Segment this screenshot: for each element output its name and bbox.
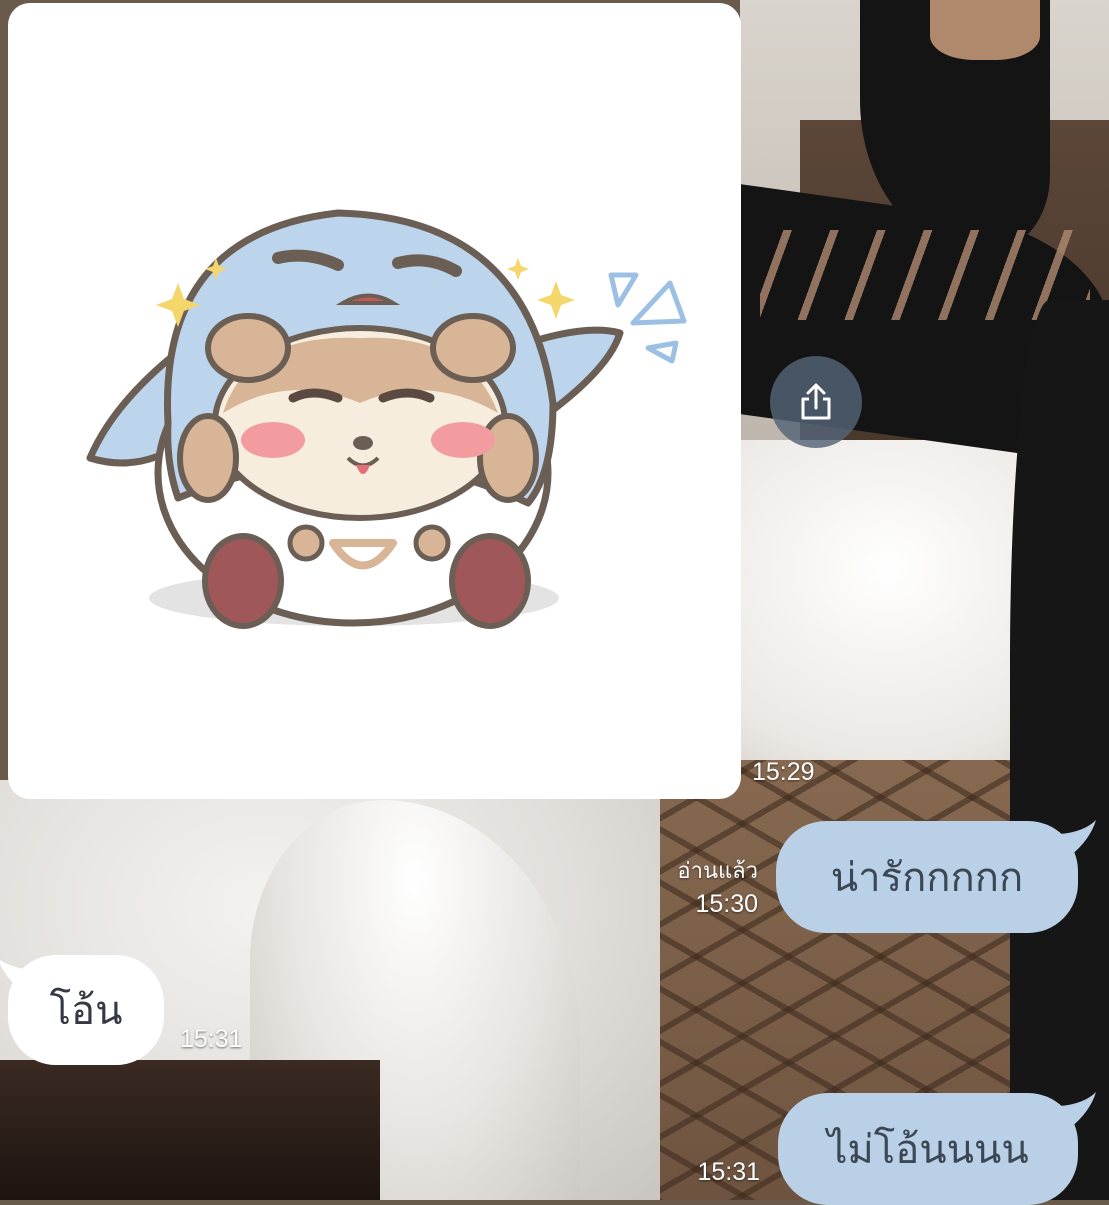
bubble-tail	[0, 960, 38, 995]
message-time: 15:31	[180, 1025, 243, 1053]
message-time: 15:30	[695, 890, 758, 918]
share-icon	[801, 383, 831, 420]
bubble-tail	[1060, 1092, 1096, 1128]
message-text: โอ้น	[49, 988, 123, 1034]
share-button[interactable]	[770, 356, 862, 448]
outgoing-message-bubble[interactable]: ไม่โอ้นนนน	[778, 1093, 1078, 1205]
read-receipt: อ่านแล้ว	[677, 858, 758, 883]
sticker-message[interactable]	[8, 3, 741, 799]
message-time: 15:29	[752, 758, 815, 786]
message-text: น่ารักกกกก	[830, 855, 1024, 901]
bubble-tail	[1060, 820, 1096, 856]
message-text: ไม่โอ้นนนน	[827, 1127, 1029, 1173]
shark-costume-dog-sticker	[86, 209, 687, 629]
outgoing-message-bubble[interactable]: น่ารักกกกก	[776, 821, 1078, 933]
message-time: 15:31	[697, 1158, 760, 1186]
